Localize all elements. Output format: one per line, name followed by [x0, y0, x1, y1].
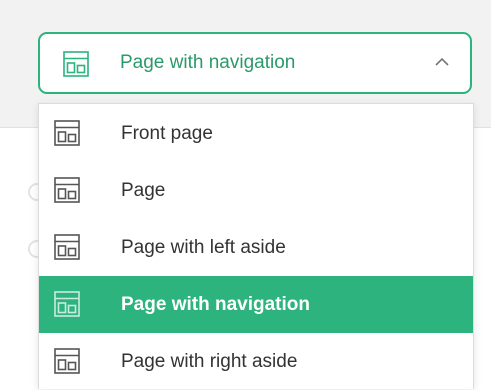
menu-item-label: Front page [121, 123, 213, 144]
menu-item-page-with-navigation[interactable]: Page with navigation [39, 276, 473, 333]
page-template-select[interactable]: Page with navigation [38, 32, 472, 94]
menu-item-label: Page [121, 180, 166, 201]
menu-item-label: Page with right aside [121, 351, 298, 372]
menu-item-front-page[interactable]: Front page [39, 105, 473, 162]
menu-item-page-with-right-aside[interactable]: Page with right aside [39, 333, 473, 390]
page-layout-icon [53, 347, 81, 375]
page-layout-icon [62, 50, 90, 78]
page-layout-icon [53, 119, 81, 147]
menu-item-page[interactable]: Page [39, 162, 473, 219]
page-layout-icon [53, 176, 81, 204]
selected-value: Page with navigation [120, 52, 296, 73]
menu-item-label: Page with left aside [121, 237, 286, 258]
menu-item-page-with-left-aside[interactable]: Page with left aside [39, 219, 473, 276]
template-dropdown-menu: Front page Page Page with left aside Pag… [38, 103, 474, 389]
page-layout-icon [53, 290, 81, 318]
page-layout-icon [53, 233, 81, 261]
menu-item-label: Page with navigation [121, 294, 310, 315]
chevron-up-icon[interactable] [434, 56, 450, 68]
